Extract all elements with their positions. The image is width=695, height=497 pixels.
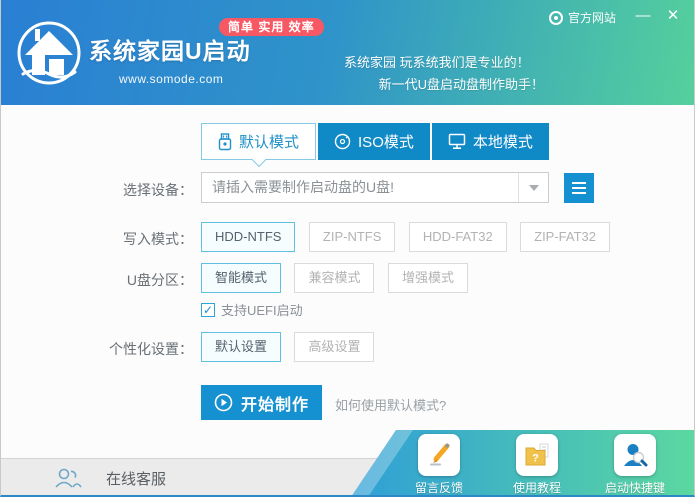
official-site-label: 官方网站 <box>567 11 616 25</box>
partition-compat-mode[interactable]: 兼容模式 <box>294 263 375 293</box>
play-icon <box>214 393 233 412</box>
tutorial-label: 使用教程 <box>512 481 561 495</box>
partition-label: U盘分区： <box>126 272 193 288</box>
personalize-default[interactable]: 默认设置 <box>201 332 282 362</box>
official-site-link[interactable]: 官方网站 <box>548 9 616 26</box>
feedback-label: 留言反馈 <box>414 481 463 495</box>
device-select[interactable]: 请插入需要制作启动盘的U盘! <box>201 172 549 203</box>
app-title: 系统家园U启动 <box>89 38 251 64</box>
write-mode-zip-ntfs[interactable]: ZIP-NTFS <box>308 222 396 252</box>
slogan: 系统家园 玩系统我们是专业的！ 新一代U盘启动盘制作助手！ <box>344 52 544 96</box>
tab-default-mode[interactable]: 默认模式 <box>201 123 317 160</box>
personalize-advanced[interactable]: 高级设置 <box>294 332 375 362</box>
tab-local-mode[interactable]: 本地模式 <box>431 123 549 160</box>
title-block: 系统家园U启动 www.somode.com <box>89 32 251 86</box>
partition-options: 智能模式 兼容模式 增强模式 <box>201 263 477 293</box>
personalize-options: 默认设置 高级设置 <box>201 332 383 362</box>
start-button[interactable]: 开始制作 <box>201 385 322 420</box>
feedback-shortcut[interactable]: 留言反馈 <box>403 434 475 495</box>
start-button-label: 开始制作 <box>240 396 309 414</box>
personalize-label: 个性化设置： <box>109 341 193 357</box>
boot-hotkey-shortcut[interactable]: 启动快捷键 <box>599 434 671 495</box>
disc-icon <box>334 133 351 150</box>
write-mode-options: HDD-NTFS ZIP-NTFS HDD-FAT32 ZIP-FAT32 <box>201 222 619 252</box>
device-select-placeholder: 请插入需要制作启动盘的U盘! <box>212 179 394 195</box>
feedback-pencil-icon <box>418 434 460 476</box>
hamburger-icon <box>572 182 586 184</box>
slogan-line1: 系统家园 玩系统我们是专业的！ <box>344 55 530 70</box>
write-mode-hdd-ntfs[interactable]: HDD-NTFS <box>201 222 296 252</box>
app-window: 系统家园U启动 www.somode.com 简单 实用 效率 系统家园 玩系统… <box>0 0 695 497</box>
dropdown-arrow-box[interactable] <box>518 173 548 202</box>
official-site-icon <box>548 10 563 25</box>
tab-label: ISO模式 <box>358 134 414 151</box>
tab-label: 本地模式 <box>472 134 533 151</box>
partition-smart-mode[interactable]: 智能模式 <box>201 263 282 293</box>
app-logo-house-icon <box>17 21 81 85</box>
website-url: www.somode.com <box>119 72 224 86</box>
close-button[interactable]: ✕ <box>660 4 686 28</box>
svg-text:?: ? <box>532 453 539 465</box>
customer-service-icon <box>55 468 82 488</box>
write-mode-zip-fat32[interactable]: ZIP-FAT32 <box>520 222 611 252</box>
feature-badge: 简单 实用 效率 <box>219 18 324 36</box>
tutorial-shortcut[interactable]: ? 使用教程 <box>501 434 573 495</box>
write-mode-hdd-fat32[interactable]: HDD-FAT32 <box>408 222 507 252</box>
device-label: 选择设备： <box>123 182 193 198</box>
write-mode-label: 写入模式： <box>123 231 193 247</box>
help-link[interactable]: 如何使用默认模式? <box>335 395 446 414</box>
uefi-checkbox-row[interactable]: ✓ 支持UEFI启动 <box>201 300 303 319</box>
mode-tabs: 默认模式 ISO模式 本地模式 <box>201 123 549 160</box>
tutorial-folder-icon: ? <box>516 434 558 476</box>
uefi-label: 支持UEFI启动 <box>221 303 303 318</box>
tab-label: 默认模式 <box>239 134 300 151</box>
partition-enhanced-mode[interactable]: 增强模式 <box>387 263 468 293</box>
usb-drive-icon <box>218 132 232 150</box>
header: 系统家园U启动 www.somode.com 简单 实用 效率 系统家园 玩系统… <box>1 0 694 105</box>
device-menu-button[interactable] <box>564 173 594 203</box>
chevron-down-icon <box>528 184 539 191</box>
hotkey-search-person-icon <box>614 434 656 476</box>
online-service-label[interactable]: 在线客服 <box>106 468 166 489</box>
tab-iso-mode[interactable]: ISO模式 <box>318 123 430 160</box>
boot-hotkey-label: 启动快捷键 <box>604 481 665 495</box>
minimize-button[interactable]: — <box>630 4 656 28</box>
slogan-line2: 新一代U盘启动盘制作助手！ <box>378 77 544 92</box>
checkbox-checked-icon[interactable]: ✓ <box>201 302 215 317</box>
monitor-icon <box>448 133 466 149</box>
footer-shortcut-panel: 留言反馈 ? 使用教程 启动快捷键 <box>351 430 694 495</box>
